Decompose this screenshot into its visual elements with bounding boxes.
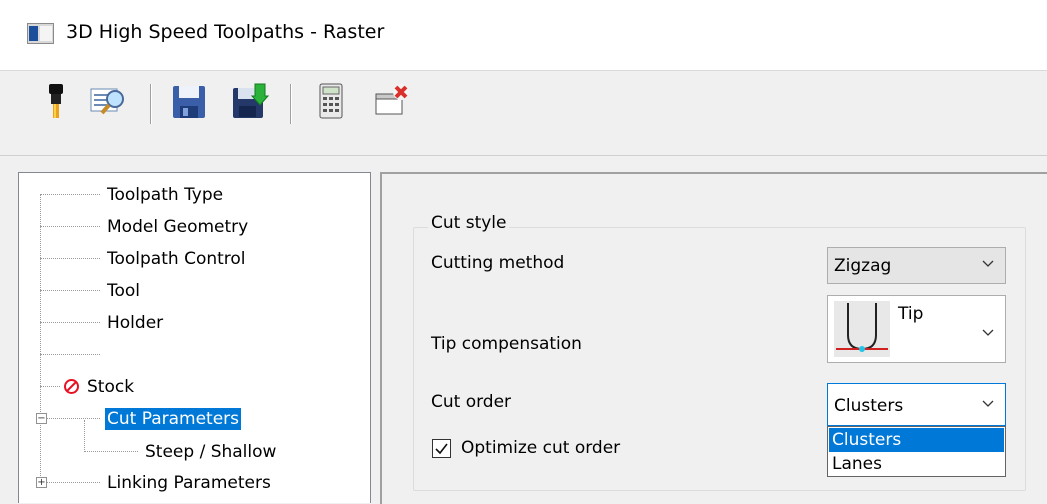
cut-order-label: Cut order (431, 392, 512, 412)
optimize-cut-order-checkbox[interactable] (432, 439, 451, 458)
preview-icon[interactable] (88, 80, 128, 122)
tip-compensation-select[interactable]: Tip (827, 295, 1006, 363)
tree-connector (40, 354, 100, 355)
tree-item-steep-shallow[interactable]: Steep / Shallow (145, 441, 276, 463)
tool-icon[interactable] (36, 80, 76, 122)
close-window-icon[interactable] (370, 80, 410, 122)
calculator-icon[interactable] (311, 80, 351, 122)
tip-compensation-value: Tip (898, 304, 924, 324)
tree-item-cut-parameters[interactable]: Cut Parameters (105, 408, 242, 430)
cut-style-legend: Cut style (428, 213, 510, 233)
toolbar-separator (290, 84, 292, 124)
tree-item-model-geometry[interactable]: Model Geometry (107, 216, 248, 238)
dropdown-option-clusters[interactable]: Clusters (829, 428, 1004, 452)
cut-order-value: Clusters (834, 396, 904, 416)
tree-connector (40, 226, 100, 227)
save-load-icon[interactable] (229, 80, 269, 122)
cutting-method-label: Cutting method (431, 253, 565, 273)
collapse-icon[interactable]: − (36, 413, 47, 424)
tree-connector (40, 322, 100, 323)
cut-order-select[interactable]: Clusters (827, 383, 1006, 426)
tip-compensation-label: Tip compensation (431, 334, 582, 354)
tree-item-holder[interactable]: Holder (107, 312, 163, 334)
chevron-down-icon (982, 400, 994, 407)
tree-item-tool[interactable]: Tool (107, 280, 140, 302)
tree-connector (40, 195, 41, 480)
tree-connector (84, 420, 85, 452)
toolbar-separator (150, 84, 152, 124)
tree-connector (40, 386, 60, 387)
tree-connector (40, 258, 100, 259)
window-title: 3D High Speed Toolpaths - Raster (66, 21, 385, 43)
optimize-cut-order-label[interactable]: Optimize cut order (461, 438, 620, 458)
window-icon (27, 23, 54, 44)
title-bar: 3D High Speed Toolpaths - Raster (0, 0, 1047, 71)
chevron-down-icon (982, 329, 994, 336)
save-icon[interactable] (169, 80, 209, 122)
error-circle-icon (64, 379, 79, 394)
tree-connector (40, 194, 100, 195)
tree-connector (46, 418, 100, 419)
cutting-method-select[interactable]: Zigzag (827, 247, 1006, 284)
toolbar (0, 71, 1047, 156)
dropdown-option-lanes[interactable]: Lanes (829, 452, 1004, 476)
tree-connector (40, 290, 100, 291)
cut-order-dropdown: Clusters Lanes (827, 426, 1006, 477)
expand-icon[interactable]: + (36, 477, 47, 488)
tree-item-stock[interactable]: Stock (87, 376, 134, 398)
cutting-method-value: Zigzag (834, 256, 892, 276)
checkmark-icon (435, 443, 448, 455)
tree-connector (84, 451, 138, 452)
chevron-down-icon (982, 260, 994, 267)
tree-connector (46, 482, 100, 483)
tree-item-toolpath-control[interactable]: Toolpath Control (107, 248, 246, 270)
tree-item-toolpath-type[interactable]: Toolpath Type (107, 184, 223, 206)
tree-item-linking-parameters[interactable]: Linking Parameters (107, 472, 271, 494)
tip-compensation-image-icon (834, 301, 890, 357)
